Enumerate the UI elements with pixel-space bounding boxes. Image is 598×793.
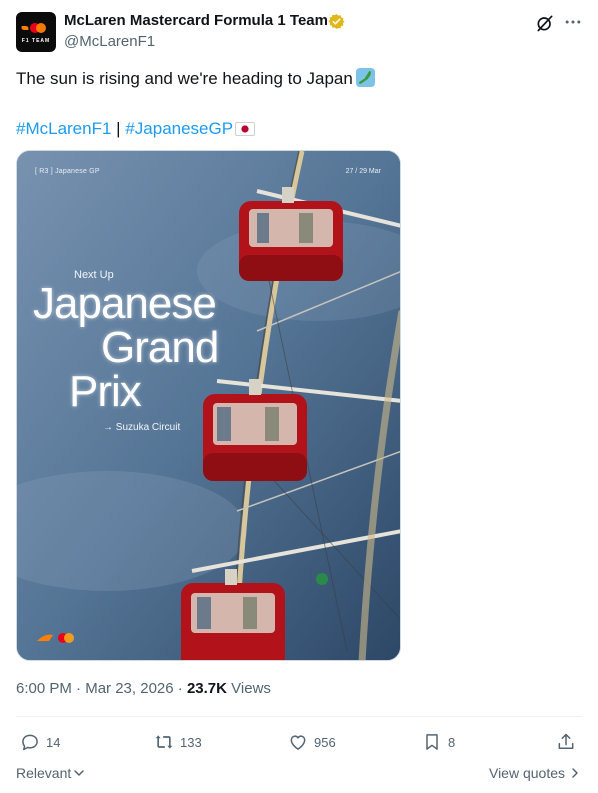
avatar-label: F1 TEAM bbox=[21, 38, 51, 44]
share-icon bbox=[558, 733, 574, 749]
post-date[interactable]: Mar 23, 2026 bbox=[85, 680, 173, 697]
grok-icon[interactable] bbox=[535, 13, 555, 33]
author-name[interactable]: McLaren Mastercard Formula 1 Team bbox=[64, 12, 328, 29]
author-handle[interactable]: @McLarenF1 bbox=[64, 33, 155, 50]
map-of-japan-emoji-icon bbox=[355, 68, 375, 87]
media-date-label: 27 / 29 Mar bbox=[345, 168, 381, 175]
view-quotes-label: View quotes bbox=[488, 765, 565, 781]
tweet: F1 TEAM McLaren Mastercard Formula 1 Tea… bbox=[0, 0, 598, 793]
bookmark-button[interactable]: 8 bbox=[422, 728, 455, 756]
media-round-label: [ R3 ] Japanese GP bbox=[35, 168, 100, 175]
repost-icon bbox=[155, 735, 173, 749]
tweet-text-content: The sun is rising and we're heading to J… bbox=[16, 69, 353, 88]
like-count: 956 bbox=[314, 734, 336, 750]
hashtag-japanesegp[interactable]: #JapaneseGP bbox=[125, 119, 233, 138]
view-quotes-link[interactable]: View quotes bbox=[489, 765, 581, 781]
divider bbox=[16, 716, 582, 717]
share-button[interactable] bbox=[556, 728, 582, 756]
like-button[interactable]: 956 bbox=[288, 728, 336, 756]
meta-dot: · bbox=[177, 680, 183, 697]
more-options-icon[interactable] bbox=[563, 12, 583, 32]
chevron-down-icon bbox=[74, 770, 85, 776]
chevron-right-icon bbox=[572, 768, 578, 778]
reply-icon bbox=[22, 734, 38, 751]
mastercard-logo-icon bbox=[30, 23, 46, 33]
reply-count: 14 bbox=[46, 734, 61, 750]
reply-button[interactable]: 14 bbox=[20, 728, 60, 756]
hashtag-separator: | bbox=[116, 119, 121, 138]
post-meta: 6:00 PM · Mar 23, 2026 · 23.7K Views bbox=[16, 680, 271, 697]
bookmark-icon bbox=[426, 734, 438, 750]
repost-count: 133 bbox=[180, 734, 202, 750]
media-image[interactable]: [ R3 ] Japanese GP 27 / 29 Mar Next Up J… bbox=[16, 150, 401, 661]
tweet-text: The sun is rising and we're heading to J… bbox=[16, 68, 375, 90]
sort-dropdown[interactable]: Relevant bbox=[16, 765, 85, 781]
repost-button[interactable]: 133 bbox=[154, 728, 202, 756]
bookmark-count: 8 bbox=[448, 734, 456, 750]
media-gp-title: Japanese Grand Prix bbox=[33, 279, 219, 416]
gp-title-line2: Grand bbox=[101, 323, 219, 372]
verified-badge-icon bbox=[328, 14, 345, 29]
sort-label: Relevant bbox=[16, 765, 72, 781]
action-bar: 14 133 956 8 bbox=[16, 728, 582, 756]
japan-flag-icon bbox=[235, 122, 256, 136]
mclaren-swoosh-icon bbox=[20, 26, 30, 30]
brand-logos-icon bbox=[37, 633, 74, 643]
gp-title-line3: Prix bbox=[69, 367, 142, 416]
hashtags: #McLarenF1 | #JapaneseGP bbox=[16, 118, 256, 140]
meta-dot: · bbox=[76, 680, 82, 697]
avatar[interactable]: F1 TEAM bbox=[16, 12, 56, 52]
views-label: Views bbox=[231, 680, 271, 697]
views-count: 23.7K bbox=[186, 680, 227, 697]
media-circuit: → Suzuka Circuit bbox=[103, 422, 181, 433]
hashtag-mclarenf1[interactable]: #McLarenF1 bbox=[16, 119, 111, 138]
post-time[interactable]: 6:00 PM bbox=[16, 680, 72, 697]
gp-title-line1: Japanese bbox=[33, 279, 217, 328]
heart-icon bbox=[290, 735, 306, 750]
